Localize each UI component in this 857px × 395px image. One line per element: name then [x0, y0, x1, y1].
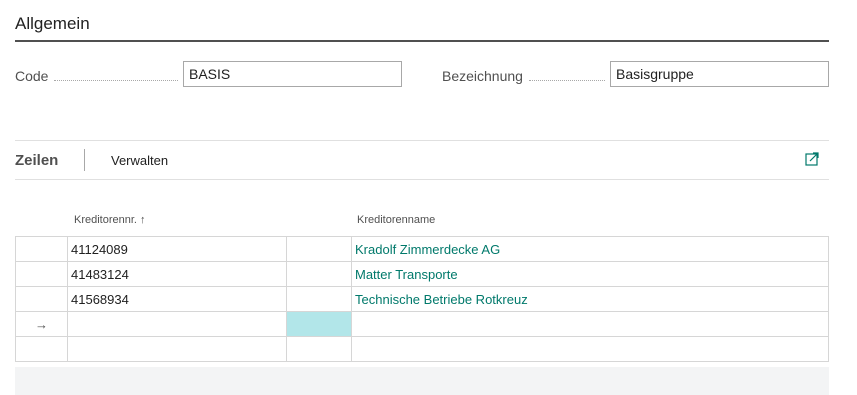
code-label-leader — [54, 80, 178, 81]
lines-tab-title[interactable]: Zeilen — [15, 152, 58, 169]
vendor-no-cell[interactable]: 41124089 — [67, 236, 287, 262]
description-label-leader — [529, 80, 605, 81]
table-row-new[interactable]: → — [15, 311, 829, 337]
lines-top-divider — [15, 140, 829, 141]
empty-cell[interactable] — [286, 286, 352, 312]
vendor-no-cell[interactable]: 41568934 — [67, 286, 287, 312]
code-label: Code — [15, 68, 49, 84]
focused-cell[interactable] — [286, 311, 352, 337]
vendor-name-link[interactable] — [351, 336, 829, 362]
lines-bottom-divider — [15, 179, 829, 180]
row-marker-cell[interactable] — [15, 286, 68, 312]
code-field[interactable] — [183, 61, 402, 87]
vendor-name-link[interactable] — [351, 311, 829, 337]
tab-separator — [84, 149, 85, 171]
table-row[interactable]: 41483124 Matter Transporte — [15, 261, 829, 287]
empty-cell[interactable] — [286, 261, 352, 287]
manage-action[interactable]: Verwalten — [111, 153, 168, 168]
row-marker-cell[interactable] — [15, 261, 68, 287]
description-field[interactable] — [610, 61, 829, 87]
vendor-no-cell[interactable] — [67, 311, 287, 337]
column-header-vendor-no[interactable]: Kreditorennr. ↑ — [74, 214, 146, 226]
table-footer-bar — [15, 367, 829, 395]
description-label: Bezeichnung — [442, 68, 523, 84]
general-section-title: Allgemein — [15, 14, 90, 33]
column-header-vendor-name[interactable]: Kreditorenname — [357, 214, 435, 226]
vendor-no-cell[interactable] — [67, 336, 287, 362]
open-in-new-window-icon[interactable] — [805, 152, 819, 166]
general-section-divider — [15, 40, 829, 42]
vendor-name-link[interactable]: Technische Betriebe Rotkreuz — [351, 286, 829, 312]
row-marker-cell[interactable] — [15, 236, 68, 262]
empty-cell[interactable] — [286, 336, 352, 362]
vendor-name-link[interactable]: Matter Transporte — [351, 261, 829, 287]
current-row-arrow-icon[interactable]: → — [15, 311, 68, 337]
column-header-vendor-no-label: Kreditorennr. — [74, 214, 137, 226]
vendor-name-link[interactable]: Kradolf Zimmerdecke AG — [351, 236, 829, 262]
empty-cell[interactable] — [286, 236, 352, 262]
table-row-empty[interactable] — [15, 336, 829, 362]
vendor-lines-table: 41124089 Kradolf Zimmerdecke AG 41483124… — [15, 236, 829, 362]
table-row[interactable]: 41568934 Technische Betriebe Rotkreuz — [15, 286, 829, 312]
vendor-no-cell[interactable]: 41483124 — [67, 261, 287, 287]
sort-ascending-icon: ↑ — [140, 214, 146, 226]
row-marker-cell[interactable] — [15, 336, 68, 362]
table-row[interactable]: 41124089 Kradolf Zimmerdecke AG — [15, 236, 829, 262]
